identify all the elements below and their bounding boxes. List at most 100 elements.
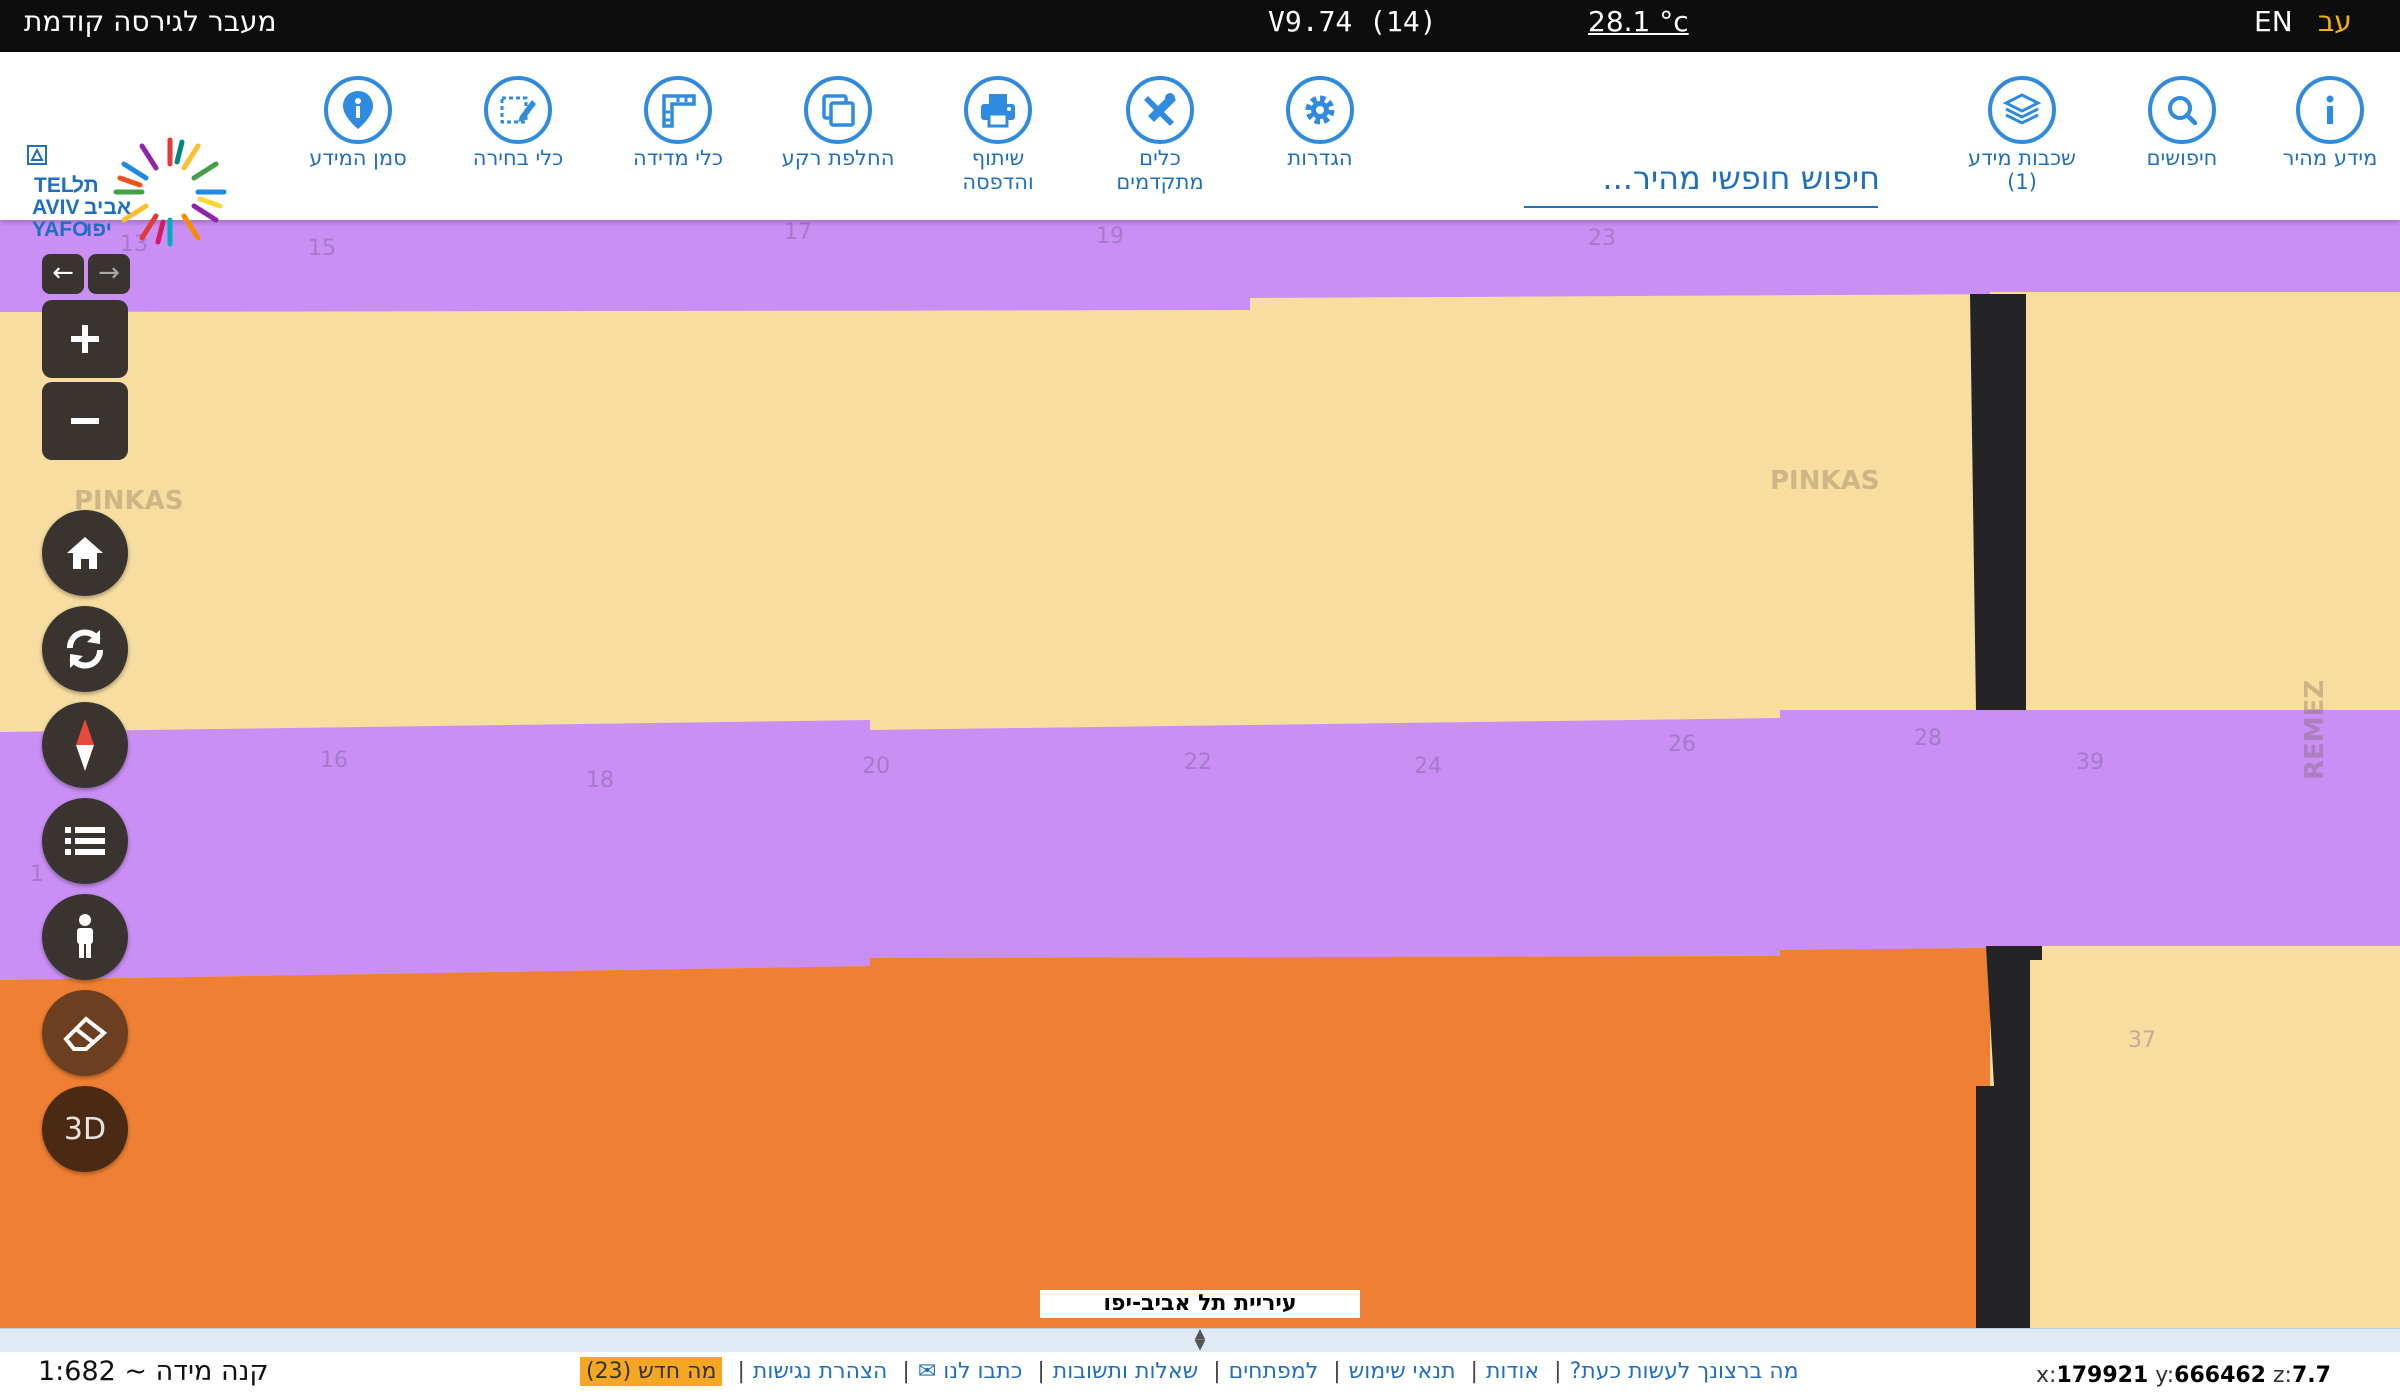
- footer-link-accessibility[interactable]: הצהרת נגישות: [753, 1359, 888, 1384]
- footer-link-faq[interactable]: שאלות ותשובות: [1053, 1359, 1198, 1384]
- select-tools-label: כלי בחירה: [472, 146, 564, 170]
- quick-search-input[interactable]: [1524, 150, 1882, 206]
- logo-graphic-icon: TEL תל AVIV אביב YAFO יפו: [27, 137, 227, 247]
- footer-link-what-to-do[interactable]: מה ברצונך לעשות כעת?: [1570, 1359, 1799, 1384]
- select-edit-icon: [484, 76, 552, 144]
- residential-area-southeast: [2030, 960, 2400, 1328]
- search-icon: [2148, 76, 2216, 144]
- previous-version-link[interactable]: מעבר לגירסה קודמת: [24, 0, 277, 52]
- extent-navigation: ← →: [42, 254, 130, 294]
- lot-number: 17: [784, 220, 812, 245]
- quick-info-label: מידע מהיר: [2282, 146, 2378, 170]
- lot-number: 1: [30, 862, 44, 887]
- printer-icon: [964, 76, 1032, 144]
- version-label: V9.74 (14): [1268, 5, 1437, 38]
- footer-links: מה ברצונך לעשות כעת?| אודות| תנאי שימוש|…: [580, 1352, 1799, 1392]
- lot-number: 28: [1914, 726, 1942, 751]
- language-he[interactable]: עב: [2318, 0, 2352, 52]
- map-pin-icon: [324, 76, 392, 144]
- coord-y: 666462: [2174, 1363, 2266, 1388]
- lot-number: 18: [586, 768, 614, 793]
- gear-icon: [1286, 76, 1354, 144]
- measure-tools-button[interactable]: כלי מדידה: [598, 76, 758, 170]
- top-bar: מעבר לגירסה קודמת V9.74 (14) 28.1 °c EN …: [0, 0, 2400, 52]
- footer-link-terms[interactable]: תנאי שימוש: [1349, 1359, 1456, 1384]
- zoom-out-button[interactable]: [42, 382, 128, 460]
- svg-text:TEL: TEL: [34, 174, 74, 197]
- street-label-remez: REMEZ: [2300, 679, 2330, 780]
- ruler-icon: [644, 76, 712, 144]
- footer-link-about[interactable]: אודות: [1486, 1359, 1539, 1384]
- searches-button[interactable]: חיפושים: [2102, 76, 2262, 170]
- refresh-icon: [67, 629, 103, 669]
- lot-number: 39: [2076, 750, 2104, 775]
- svg-text:YAFO: YAFO: [32, 218, 88, 241]
- plus-icon: [71, 325, 99, 353]
- lot-number: 20: [862, 754, 890, 779]
- tools-icon: [1126, 76, 1194, 144]
- svg-text:תל: תל: [72, 174, 99, 197]
- footer-toggle-handle[interactable]: ▲ ▼: [0, 1326, 2400, 1353]
- footer-link-developers[interactable]: למפתחים: [1229, 1359, 1319, 1384]
- svg-text:יפו: יפו: [86, 218, 112, 241]
- lot-number: 26: [1668, 732, 1696, 757]
- quick-info-button[interactable]: מידע מהיר: [2250, 76, 2400, 170]
- coordinates-readout: x:179921 y:666462 z:7.7: [2036, 1363, 2331, 1388]
- svg-text:AVIV: AVIV: [32, 196, 79, 219]
- settings-label: הגדרות: [1287, 146, 1353, 170]
- lot-number: 37: [2128, 1028, 2156, 1053]
- home-button[interactable]: [42, 510, 128, 596]
- share-print-button[interactable]: שיתוף והדפסה: [918, 76, 1078, 194]
- refresh-button[interactable]: [42, 606, 128, 692]
- advanced-tools-button[interactable]: כלים מתקדמים: [1080, 76, 1240, 194]
- city-attribution: עיריית תל אביב-יפו: [1040, 1290, 1360, 1318]
- info-icon: [2296, 76, 2364, 144]
- main-toolbar: TEL תל AVIV אביב YAFO יפו סמן המידע כלי …: [0, 52, 2400, 247]
- basemap-switch-label: החלפת רקע: [781, 146, 895, 170]
- compass-icon: [76, 719, 94, 771]
- whats-new-badge[interactable]: מה חדש (23): [580, 1357, 723, 1386]
- footer-bar: קנה מידה ~ 1:682 מה ברצונך לעשות כעת?| א…: [0, 1352, 2400, 1392]
- 3d-view-button[interactable]: 3D: [42, 1086, 128, 1172]
- info-marker-label: סמן המידע: [309, 146, 407, 170]
- previous-extent-button[interactable]: ←: [42, 254, 84, 294]
- tel-aviv-yafo-logo[interactable]: TEL תל AVIV אביב YAFO יפו: [20, 132, 250, 254]
- temperature-link[interactable]: 28.1 °c: [1588, 0, 1689, 52]
- next-extent-button[interactable]: →: [88, 254, 130, 294]
- home-icon: [67, 537, 103, 569]
- chevron-up-down-icon: ▲ ▼: [1194, 1326, 1206, 1353]
- select-tools-button[interactable]: כלי בחירה: [438, 76, 598, 170]
- clear-eraser-button[interactable]: [42, 990, 128, 1076]
- lot-number: 19: [1096, 224, 1124, 249]
- zoom-in-button[interactable]: [42, 300, 128, 378]
- compass-button[interactable]: [42, 702, 128, 788]
- quick-search: [1524, 150, 1882, 208]
- map-canvas[interactable]: PINKAS PINKAS REMEZ 13 15 17 19 23 16 18…: [0, 220, 2400, 1328]
- person-icon: [77, 914, 93, 958]
- street-view-button[interactable]: [42, 894, 128, 980]
- commercial-area: [0, 948, 1990, 1328]
- minus-icon: [71, 418, 99, 424]
- lot-number: 24: [1414, 754, 1442, 779]
- legend-list-button[interactable]: [42, 798, 128, 884]
- share-print-label: שיתוף והדפסה: [962, 146, 1034, 194]
- lot-number: 15: [308, 236, 336, 261]
- svg-text:אביב: אביב: [84, 196, 131, 219]
- info-marker-button[interactable]: סמן המידע: [278, 76, 438, 170]
- eraser-icon: [63, 1016, 108, 1051]
- language-en[interactable]: EN: [2254, 0, 2293, 52]
- coord-x: 179921: [2056, 1363, 2149, 1388]
- list-icon: [65, 827, 105, 855]
- basemap-switch-button[interactable]: החלפת רקע: [758, 76, 918, 170]
- layers-icon: [1988, 76, 2056, 144]
- searches-label: חיפושים: [2146, 146, 2218, 170]
- coord-z: 7.7: [2291, 1363, 2331, 1388]
- footer-link-contact[interactable]: כתבו לנו ✉: [918, 1359, 1023, 1384]
- copy-layers-icon: [804, 76, 872, 144]
- street-label-pinkas: PINKAS: [1770, 466, 1880, 496]
- info-layers-button[interactable]: שכבות מידע (1): [1942, 76, 2102, 194]
- measure-tools-label: כלי מדידה: [632, 146, 724, 170]
- settings-button[interactable]: הגדרות: [1240, 76, 1400, 170]
- lot-number: 16: [320, 748, 348, 773]
- lot-number: 23: [1588, 226, 1616, 251]
